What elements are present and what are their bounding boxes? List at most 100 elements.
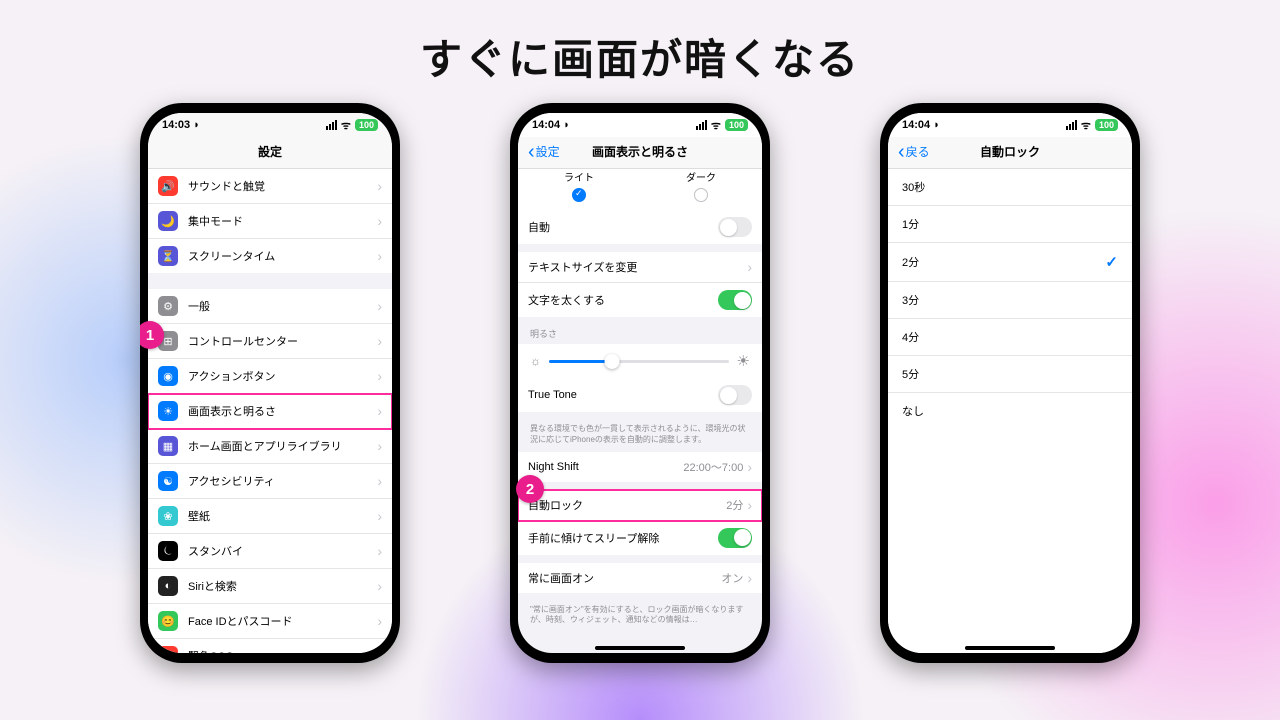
option-label: なし bbox=[902, 403, 1118, 419]
chevron-right-icon: › bbox=[377, 508, 382, 524]
chevron-right-icon: › bbox=[747, 259, 752, 275]
settings-row[interactable]: ⊞コントロールセンター› bbox=[148, 324, 392, 359]
settings-row[interactable]: SOS緊急SOS› bbox=[148, 639, 392, 653]
settings-icon: ⏳ bbox=[158, 246, 178, 266]
chevron-right-icon: › bbox=[747, 570, 752, 586]
wifi-icon: ᯤ bbox=[341, 118, 351, 133]
true-tone-row[interactable]: True Tone bbox=[518, 378, 762, 412]
brightness-slider-row: ☼ ☀ bbox=[518, 344, 762, 378]
row-label: 緊急SOS bbox=[188, 648, 377, 653]
chevron-right-icon: › bbox=[377, 298, 382, 314]
nav-header: 設定 画面表示と明るさ bbox=[518, 137, 762, 169]
auto-toggle-row[interactable]: 自動 bbox=[518, 210, 762, 244]
toggle-on-icon[interactable] bbox=[718, 528, 752, 548]
option-label: 5分 bbox=[902, 366, 1118, 382]
home-indicator[interactable] bbox=[595, 646, 685, 650]
back-button[interactable]: 戻る bbox=[898, 143, 930, 160]
settings-icon: ☯ bbox=[158, 471, 178, 491]
true-tone-note: 異なる環境でも色が一貫して表示されるように、環境光の状況に応じてiPhoneの表… bbox=[518, 420, 762, 452]
row-label: スタンバイ bbox=[188, 543, 377, 559]
status-time: 14:03 ◗ bbox=[162, 119, 200, 131]
row-label: 画面表示と明るさ bbox=[188, 403, 377, 419]
chevron-right-icon: › bbox=[377, 473, 382, 489]
checkmark-icon: ✓ bbox=[1105, 253, 1118, 271]
settings-icon: 🔊 bbox=[158, 176, 178, 196]
settings-row[interactable]: ⏾ スタンバイ› bbox=[148, 534, 392, 569]
row-label: Siriと検索 bbox=[188, 578, 377, 594]
settings-row[interactable]: ⏳スクリーンタイム› bbox=[148, 239, 392, 273]
settings-row[interactable]: ▦ホーム画面とアプリライブラリ› bbox=[148, 429, 392, 464]
settings-row[interactable]: ☀ 画面表示と明るさ› bbox=[148, 394, 392, 429]
toggle-on-icon[interactable] bbox=[718, 290, 752, 310]
settings-row[interactable]: 🔊サウンドと触覚› bbox=[148, 169, 392, 204]
auto-lock-row[interactable]: 自動ロック 2分› bbox=[518, 490, 762, 521]
status-bar: 14:04 ◗ ᯤ 100 bbox=[888, 113, 1132, 137]
option-label: 1分 bbox=[902, 216, 1118, 232]
appearance-dark[interactable]: ダーク bbox=[686, 169, 716, 202]
home-indicator[interactable] bbox=[965, 646, 1055, 650]
settings-row[interactable]: 😊 Face IDとパスコード› bbox=[148, 604, 392, 639]
sun-large-icon: ☀ bbox=[737, 352, 750, 370]
settings-row[interactable]: ❀壁紙› bbox=[148, 499, 392, 534]
settings-icon: ☀ bbox=[158, 401, 178, 421]
row-label: アクションボタン bbox=[188, 368, 377, 384]
option-label: 4分 bbox=[902, 329, 1118, 345]
chevron-right-icon: › bbox=[377, 248, 382, 264]
settings-row[interactable]: 🌙集中モード› bbox=[148, 204, 392, 239]
option-label: 2分 bbox=[902, 254, 1105, 270]
toggle-off-icon[interactable] bbox=[718, 217, 752, 237]
chevron-right-icon: › bbox=[377, 543, 382, 559]
back-button[interactable]: 設定 bbox=[528, 143, 560, 160]
phone-auto-lock: 14:04 ◗ ᯤ 100 戻る 自動ロック 30秒1分2分✓3分4分5分なし bbox=[880, 103, 1140, 663]
signal-icon bbox=[696, 120, 707, 130]
settings-row[interactable]: ◐Siriと検索› bbox=[148, 569, 392, 604]
status-time: 14:04 ◗ bbox=[902, 119, 940, 131]
radio-on-icon bbox=[572, 188, 586, 202]
signal-icon bbox=[326, 120, 337, 130]
auto-lock-option[interactable]: 3分 bbox=[888, 282, 1132, 319]
night-shift-row[interactable]: Night Shift 22:00〜7:00› bbox=[518, 452, 762, 482]
settings-icon: ◉ bbox=[158, 366, 178, 386]
phone-display-brightness: 14:04 ◗ ᯤ 100 設定 画面表示と明るさ ライト ダーク bbox=[510, 103, 770, 663]
auto-lock-option[interactable]: 2分✓ bbox=[888, 243, 1132, 282]
settings-row[interactable]: ⚙一般› bbox=[148, 289, 392, 324]
chevron-right-icon: › bbox=[377, 613, 382, 629]
bold-text-row[interactable]: 文字を太くする bbox=[518, 283, 762, 317]
settings-icon: ⏾ bbox=[158, 541, 178, 561]
settings-icon: 😊 bbox=[158, 611, 178, 631]
chevron-right-icon: › bbox=[377, 403, 382, 419]
wifi-icon: ᯤ bbox=[711, 118, 721, 133]
auto-lock-option[interactable]: 30秒 bbox=[888, 169, 1132, 206]
phone-settings: 14:03 ◗ ᯤ 100 設定 🔊サウンドと触覚›🌙集中モード›⏳スクリーンタ… bbox=[140, 103, 400, 663]
chevron-right-icon: › bbox=[377, 333, 382, 349]
status-bar: 14:04 ◗ ᯤ 100 bbox=[518, 113, 762, 137]
battery-icon: 100 bbox=[355, 119, 378, 131]
row-label: Face IDとパスコード bbox=[188, 613, 377, 629]
nav-header: 戻る 自動ロック bbox=[888, 137, 1132, 169]
always-on-row[interactable]: 常に画面オン オン› bbox=[518, 563, 762, 593]
text-size-row[interactable]: テキストサイズを変更› bbox=[518, 252, 762, 283]
toggle-off-icon[interactable] bbox=[718, 385, 752, 405]
chevron-right-icon: › bbox=[377, 178, 382, 194]
sun-small-icon: ☼ bbox=[530, 354, 541, 368]
page-title: すぐに画面が暗くなる bbox=[0, 0, 1280, 97]
settings-icon: ▦ bbox=[158, 436, 178, 456]
auto-lock-option[interactable]: 5分 bbox=[888, 356, 1132, 393]
radio-off-icon bbox=[694, 188, 708, 202]
brightness-label: 明るさ bbox=[518, 325, 762, 344]
appearance-picker: ライト ダーク bbox=[518, 169, 762, 210]
chevron-right-icon: › bbox=[377, 648, 382, 653]
auto-lock-option[interactable]: なし bbox=[888, 393, 1132, 429]
settings-row[interactable]: ☯ アクセシビリティ› bbox=[148, 464, 392, 499]
settings-icon: ❀ bbox=[158, 506, 178, 526]
auto-lock-option[interactable]: 1分 bbox=[888, 206, 1132, 243]
appearance-light[interactable]: ライト bbox=[564, 169, 594, 202]
row-label: アクセシビリティ bbox=[188, 473, 377, 489]
brightness-slider[interactable] bbox=[549, 360, 729, 363]
always-on-note: "常に画面オン"を有効にすると、ロック画面が暗くなりますが、時刻、ウィジェット、… bbox=[518, 601, 762, 633]
settings-icon: ⚙ bbox=[158, 296, 178, 316]
auto-lock-option[interactable]: 4分 bbox=[888, 319, 1132, 356]
settings-row[interactable]: ◉ アクションボタン› bbox=[148, 359, 392, 394]
raise-wake-row[interactable]: 手前に傾けてスリープ解除 bbox=[518, 521, 762, 555]
chevron-right-icon: › bbox=[377, 368, 382, 384]
